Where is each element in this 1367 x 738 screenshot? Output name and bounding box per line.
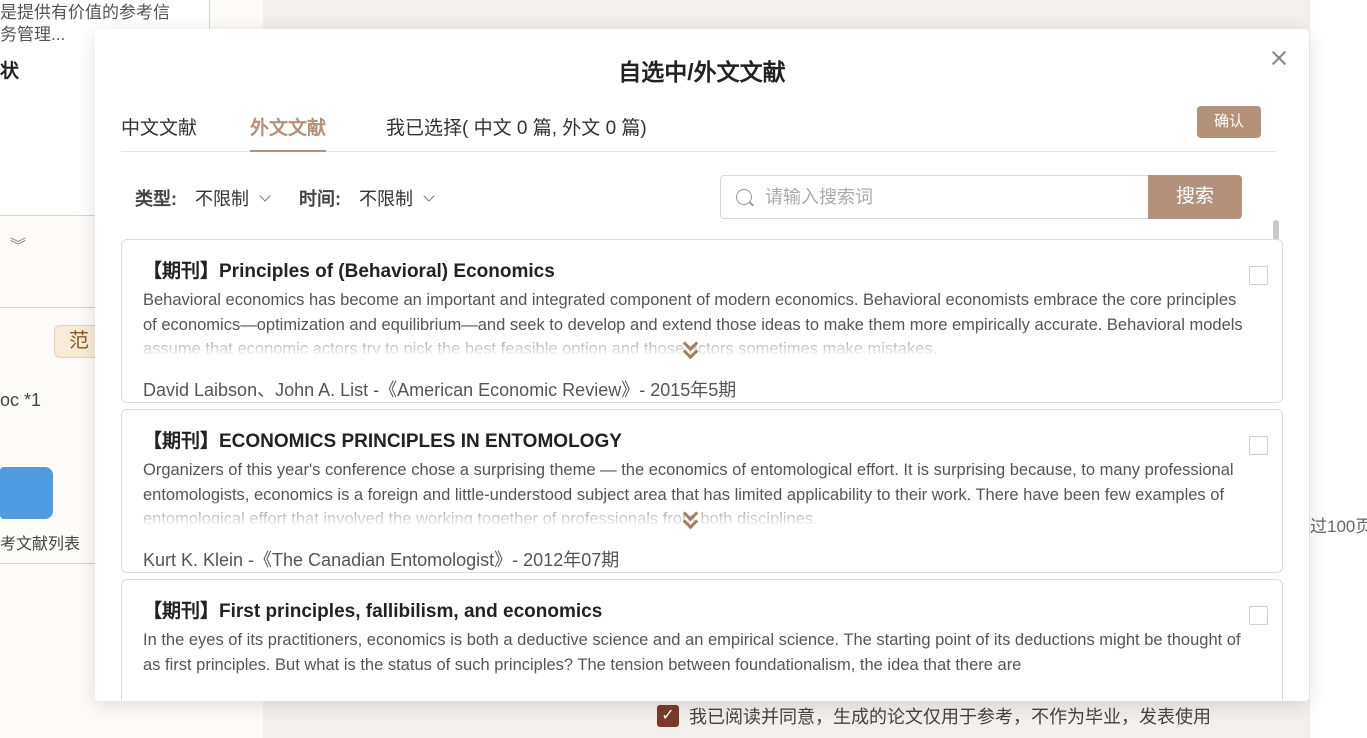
background-heading: 状 <box>0 61 20 82</box>
result-card[interactable]: 【期刊】First principles, fallibilism, and e… <box>121 579 1283 701</box>
result-card[interactable]: 【期刊】ECONOMICS PRINCIPLES IN ENTOMOLOGY O… <box>121 409 1283 573</box>
result-title[interactable]: 【期刊】First principles, fallibilism, and e… <box>143 596 602 623</box>
chevron-down-icon[interactable] <box>423 190 435 202</box>
filter-bar: 类型: 不限制 时间: 不限制 <box>135 184 463 212</box>
result-title[interactable]: 【期刊】ECONOMICS PRINCIPLES IN ENTOMOLOGY <box>143 426 622 453</box>
result-checkbox[interactable] <box>1249 266 1268 285</box>
folder-icon <box>0 467 53 519</box>
background-doc-label: oc *1 <box>0 390 42 410</box>
type-filter-label: 类型: <box>135 189 177 209</box>
type-filter-select[interactable]: 不限制 <box>195 185 249 211</box>
time-filter-select[interactable]: 不限制 <box>359 185 413 211</box>
search-bar: 搜索 <box>720 175 1242 219</box>
literature-select-modal: 自选中/外文文献 中文文献 外文文献 我已选择( 中文 0 篇, 外文 0 篇)… <box>95 29 1309 701</box>
time-filter-label: 时间: <box>299 189 341 209</box>
results-list: 【期刊】Principles of (Behavioral) Economics… <box>121 239 1283 701</box>
result-checkbox[interactable] <box>1249 436 1268 455</box>
agree-checkbox: ✓ <box>657 705 679 727</box>
tab-chinese-literature[interactable]: 中文文献 <box>121 113 197 150</box>
tab-bar: 中文文献 外文文献 我已选择( 中文 0 篇, 外文 0 篇) 确认 <box>121 106 1276 152</box>
search-input[interactable] <box>765 176 1145 218</box>
result-card[interactable]: 【期刊】Principles of (Behavioral) Economics… <box>121 239 1283 403</box>
result-meta: David Laibson、John A. List -《American Ec… <box>143 380 737 400</box>
result-abstract: In the eyes of its practitioners, econom… <box>143 628 1243 694</box>
background-card <box>1310 0 1367 738</box>
confirm-button[interactable]: 确认 <box>1197 106 1261 138</box>
agree-text: 我已阅读并同意，生成的论文仅用于参考，不作为毕业，发表使用 <box>689 707 1211 727</box>
modal-title: 自选中/外文文献 <box>618 59 786 85</box>
close-icon[interactable] <box>1267 46 1291 70</box>
double-chevron-down-icon: ︾ <box>10 238 27 255</box>
folder-label: 考文献列表 <box>0 536 81 553</box>
tab-foreign-literature[interactable]: 外文文献 <box>250 113 327 152</box>
background-text: 过100页 <box>1310 517 1367 536</box>
result-meta: Kurt K. Klein -《The Canadian Entomologis… <box>143 550 620 570</box>
search-icon <box>736 189 752 205</box>
double-chevron-down-icon[interactable] <box>680 335 702 362</box>
background-text: 务管理... <box>0 25 66 44</box>
tab-my-selection[interactable]: 我已选择( 中文 0 篇, 外文 0 篇) <box>386 113 647 150</box>
result-checkbox[interactable] <box>1249 606 1268 625</box>
result-title[interactable]: 【期刊】Principles of (Behavioral) Economics <box>143 256 555 283</box>
search-input-wrapper <box>720 175 1150 219</box>
agree-row: ✓ 我已阅读并同意，生成的论文仅用于参考，不作为毕业，发表使用 <box>657 703 1211 729</box>
search-button[interactable]: 搜索 <box>1148 175 1242 219</box>
double-chevron-down-icon[interactable] <box>680 505 702 532</box>
chevron-down-icon[interactable] <box>259 190 271 202</box>
